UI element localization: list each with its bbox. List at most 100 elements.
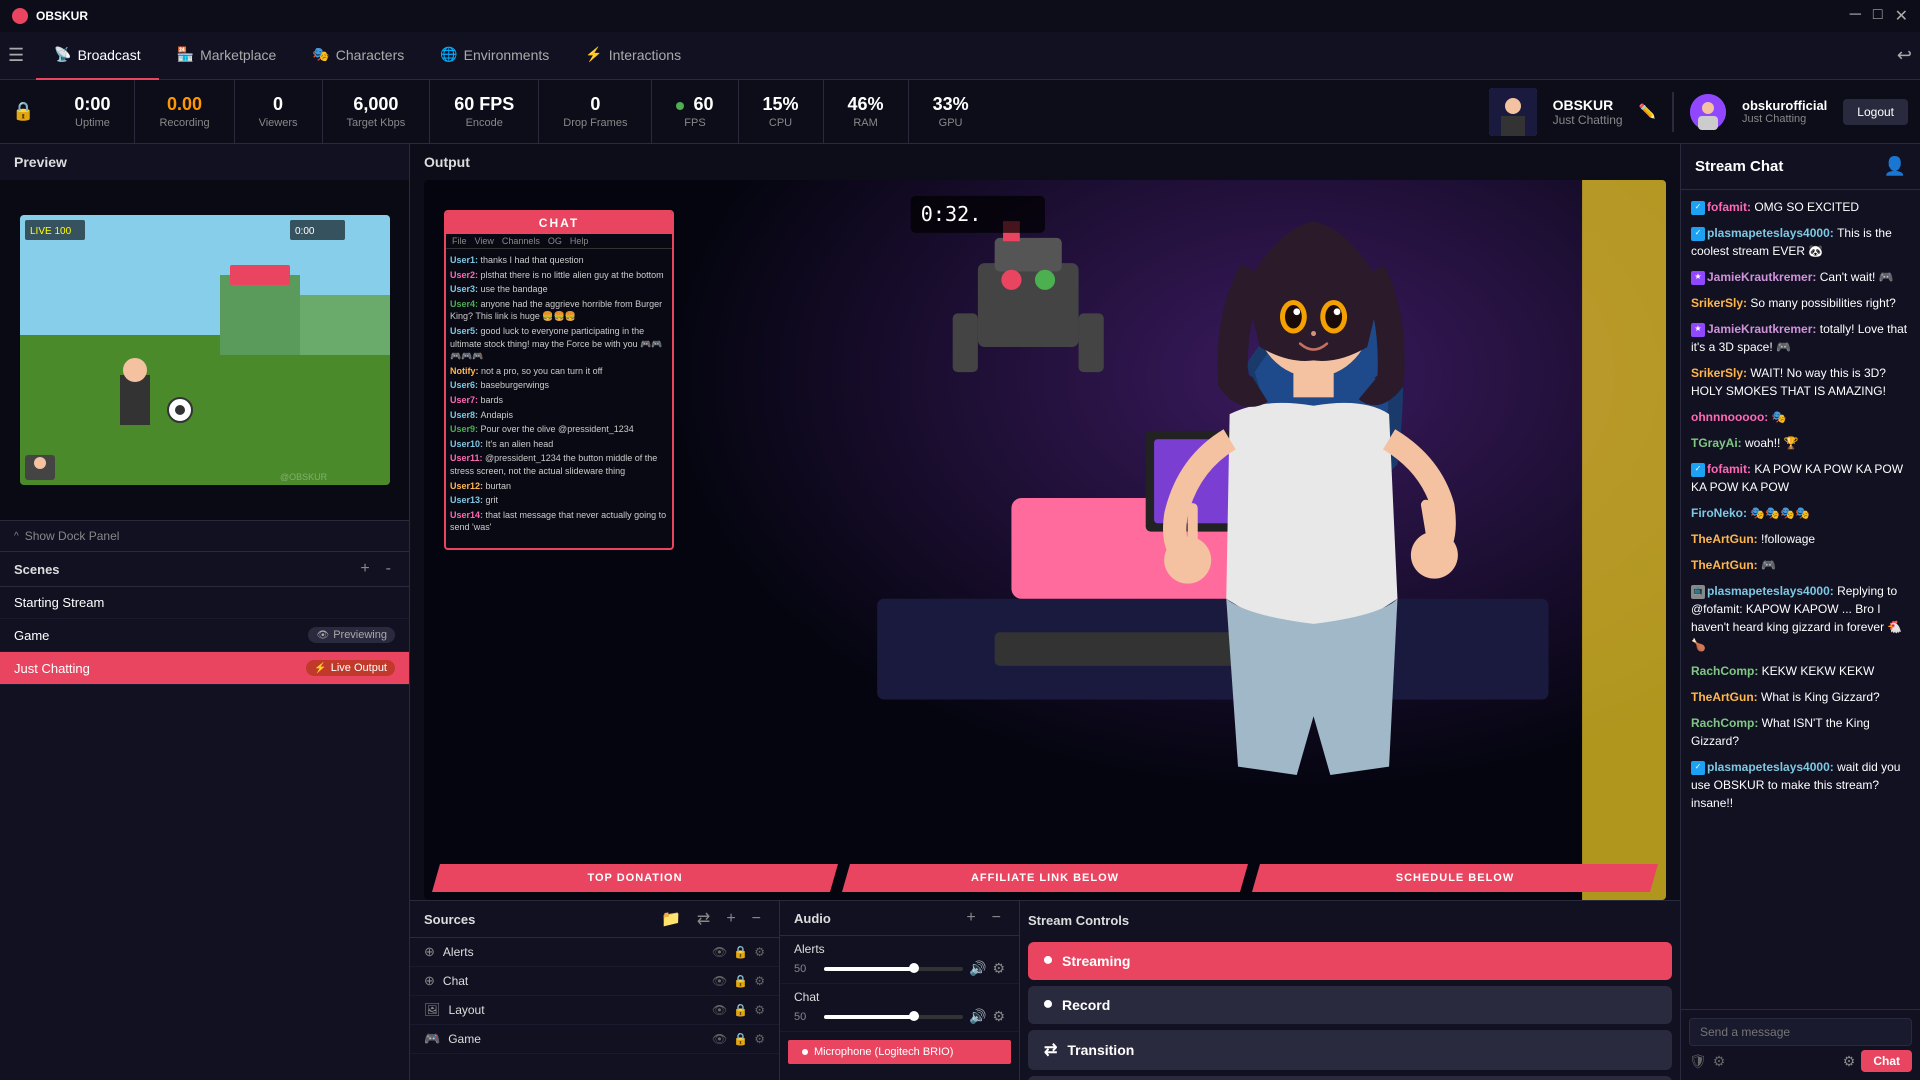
chat-messages-list: ✓fofamit: OMG SO EXCITED✓plasmapeteslays…: [1681, 190, 1920, 1009]
scene-name-game: Game: [14, 628, 308, 643]
nav-tab-environments[interactable]: 🌐 Environments: [422, 32, 567, 80]
preview-area: TIMER: 06:25: [0, 180, 409, 520]
output-header: Output: [410, 144, 1680, 180]
source-item-alerts[interactable]: ⊕ Alerts 👁 🔒 ⚙: [410, 938, 779, 967]
chat-overlay-message: User10: It's an alien head: [450, 437, 668, 452]
badge-tv: 📺: [1691, 585, 1705, 599]
emoji-icon[interactable]: ⚙: [1843, 1053, 1856, 1070]
scenes-add-btn[interactable]: +: [356, 560, 373, 578]
sources-swap-btn[interactable]: ⇄: [693, 909, 714, 929]
edit-profile-btn[interactable]: ✏️: [1639, 103, 1656, 120]
window-controls: ─ □ ✕: [1850, 6, 1908, 26]
sources-remove-btn[interactable]: −: [748, 910, 765, 928]
source-item-layout[interactable]: 🖼 Layout 👁 🔒 ⚙: [410, 996, 779, 1025]
sources-folder-btn[interactable]: 📁: [657, 909, 685, 929]
chat-overlay-message: Notify: not a pro, so you can turn it of…: [450, 364, 668, 379]
nav-tab-broadcast[interactable]: 📡 Broadcast: [36, 32, 158, 80]
show-dock-panel[interactable]: ^ Show Dock Panel: [0, 520, 409, 551]
chat-overlay-header: CHAT: [446, 212, 672, 234]
maximize-btn[interactable]: □: [1873, 6, 1883, 26]
lock-icon[interactable]: 🔒: [733, 974, 748, 988]
source-actions-alerts: 👁 🔒 ⚙: [712, 945, 765, 959]
sources-title: Sources: [424, 912, 649, 927]
stream-chat-message: RachComp: KEKW KEKW KEKW: [1691, 662, 1910, 680]
nav-tab-broadcast-label: Broadcast: [78, 47, 141, 63]
hide-icon[interactable]: 👁: [712, 945, 727, 959]
logout-button[interactable]: Logout: [1843, 99, 1908, 125]
gear-icon[interactable]: ⚙: [754, 1032, 765, 1046]
record-button[interactable]: ⏺ Record: [1028, 986, 1672, 1024]
stream-chat-message: SrikerSly: WAIT! No way this is 3D? HOLY…: [1691, 364, 1910, 400]
sources-add-btn[interactable]: +: [722, 910, 739, 928]
audio-add-btn[interactable]: +: [962, 909, 979, 927]
gear-icon[interactable]: ⚙: [754, 945, 765, 959]
stat-dropframes-value: 0: [590, 94, 600, 115]
scene-name-justchatting: Just Chatting: [14, 661, 306, 676]
chat-overlay-message: User13: grit: [450, 493, 668, 508]
transition-button[interactable]: ⇄ Transition: [1028, 1030, 1672, 1070]
stream-chat-message: ohnnnooooo: 🎭: [1691, 408, 1910, 426]
scenes-remove-btn[interactable]: -: [382, 560, 395, 578]
chatter-username: JamieKrautkremer:: [1707, 322, 1820, 336]
lock-icon[interactable]: 🔒: [733, 1032, 748, 1046]
bottom-row: Sources 📁 ⇄ + − ⊕ Alerts 👁 🔒 ⚙ ⊕: [410, 900, 1680, 1080]
source-actions-game: 👁 🔒 ⚙: [712, 1032, 765, 1046]
chat-message-input[interactable]: [1689, 1018, 1912, 1046]
show-icon[interactable]: 👁: [712, 1003, 727, 1017]
stream-chat-message: ★JamieKrautkremer: Can't wait! 🎮: [1691, 268, 1910, 286]
filter-icon[interactable]: ⚙: [1713, 1053, 1726, 1070]
right-panel: Stream Chat 👤 ✓fofamit: OMG SO EXCITED✓p…: [1680, 144, 1920, 1080]
chat-overlay-message: User3: use the bandage: [450, 282, 668, 297]
chatter-username: TheArtGun:: [1691, 558, 1761, 572]
chatter-username: TGrayAi:: [1691, 436, 1745, 450]
left-panel: Preview TIMER: 06:25: [0, 144, 410, 1080]
settings-button[interactable]: ⚙ Settings: [1028, 1076, 1672, 1080]
chat-overlay-message: User14: that last message that never act…: [450, 508, 668, 535]
lock-icon[interactable]: 🔒: [733, 1003, 748, 1017]
stat-kbps-label: Target Kbps: [347, 117, 406, 129]
chat-overlay-message: User12: burtan: [450, 479, 668, 494]
audio-chat-settings[interactable]: ⚙: [992, 1008, 1005, 1025]
streaming-button[interactable]: ⏺ Streaming: [1028, 942, 1672, 980]
lock-icon[interactable]: 🔒: [733, 945, 748, 959]
close-btn[interactable]: ✕: [1895, 6, 1908, 26]
chatter-username: plasmapeteslays4000:: [1707, 760, 1837, 774]
hamburger-menu[interactable]: ☰: [8, 45, 24, 66]
minimize-btn[interactable]: ─: [1850, 6, 1861, 26]
show-icon[interactable]: 👁: [712, 1032, 727, 1046]
audio-chat-controls: 50 🔊 ⚙: [794, 1008, 1005, 1025]
main-content: Preview TIMER: 06:25: [0, 144, 1920, 1080]
scene-item-starting[interactable]: Starting Stream: [0, 587, 409, 619]
audio-chat-slider[interactable]: [824, 1015, 963, 1019]
stat-uptime-value: 0:00: [74, 94, 110, 115]
stream-chat-message: ✓fofamit: KA POW KA POW KA POW KA POW KA…: [1691, 460, 1910, 496]
chat-send-button[interactable]: Chat: [1861, 1050, 1912, 1072]
scene-item-game[interactable]: Game 👁 Previewing: [0, 619, 409, 652]
nav-tab-interactions[interactable]: ⚡ Interactions: [567, 32, 699, 80]
fps-dot: [676, 102, 684, 110]
gear-icon[interactable]: ⚙: [754, 1003, 765, 1017]
chat-users-icon[interactable]: 👤: [1884, 156, 1906, 177]
audio-alerts-mute[interactable]: 🔊: [969, 960, 986, 977]
audio-chat-mute[interactable]: 🔊: [969, 1008, 986, 1025]
audio-remove-btn[interactable]: −: [988, 909, 1005, 927]
layout-icon: 🖼: [424, 1002, 441, 1018]
scene-item-justchatting[interactable]: Just Chatting ⚡ Live Output: [0, 652, 409, 685]
audio-alerts-slider[interactable]: [824, 967, 963, 971]
audio-alerts-settings[interactable]: ⚙: [992, 960, 1005, 977]
chat-overlay-message: User4: anyone had the aggrieve horrible …: [450, 297, 668, 324]
stream-chat-message: FiroNeko: 🎭🎭🎭🎭: [1691, 504, 1910, 522]
record-label: Record: [1062, 997, 1110, 1013]
source-item-chat[interactable]: ⊕ Chat 👁 🔒 ⚙: [410, 967, 779, 996]
nav-tab-marketplace[interactable]: 🏪 Marketplace: [159, 32, 295, 80]
chat-text: Can't wait! 🎮: [1820, 270, 1894, 284]
undo-btn[interactable]: ↩: [1897, 45, 1912, 66]
audio-chat-value: 50: [794, 1011, 818, 1023]
audio-chat-label: Chat: [794, 990, 1005, 1004]
gear-icon[interactable]: ⚙: [754, 974, 765, 988]
hide-icon[interactable]: 👁: [712, 974, 727, 988]
chatter-username: RachComp:: [1691, 664, 1762, 678]
nav-tab-characters[interactable]: 🎭 Characters: [294, 32, 422, 80]
source-item-game[interactable]: 🎮 Game 👁 🔒 ⚙: [410, 1025, 779, 1054]
stat-encode-label: Encode: [466, 117, 503, 129]
